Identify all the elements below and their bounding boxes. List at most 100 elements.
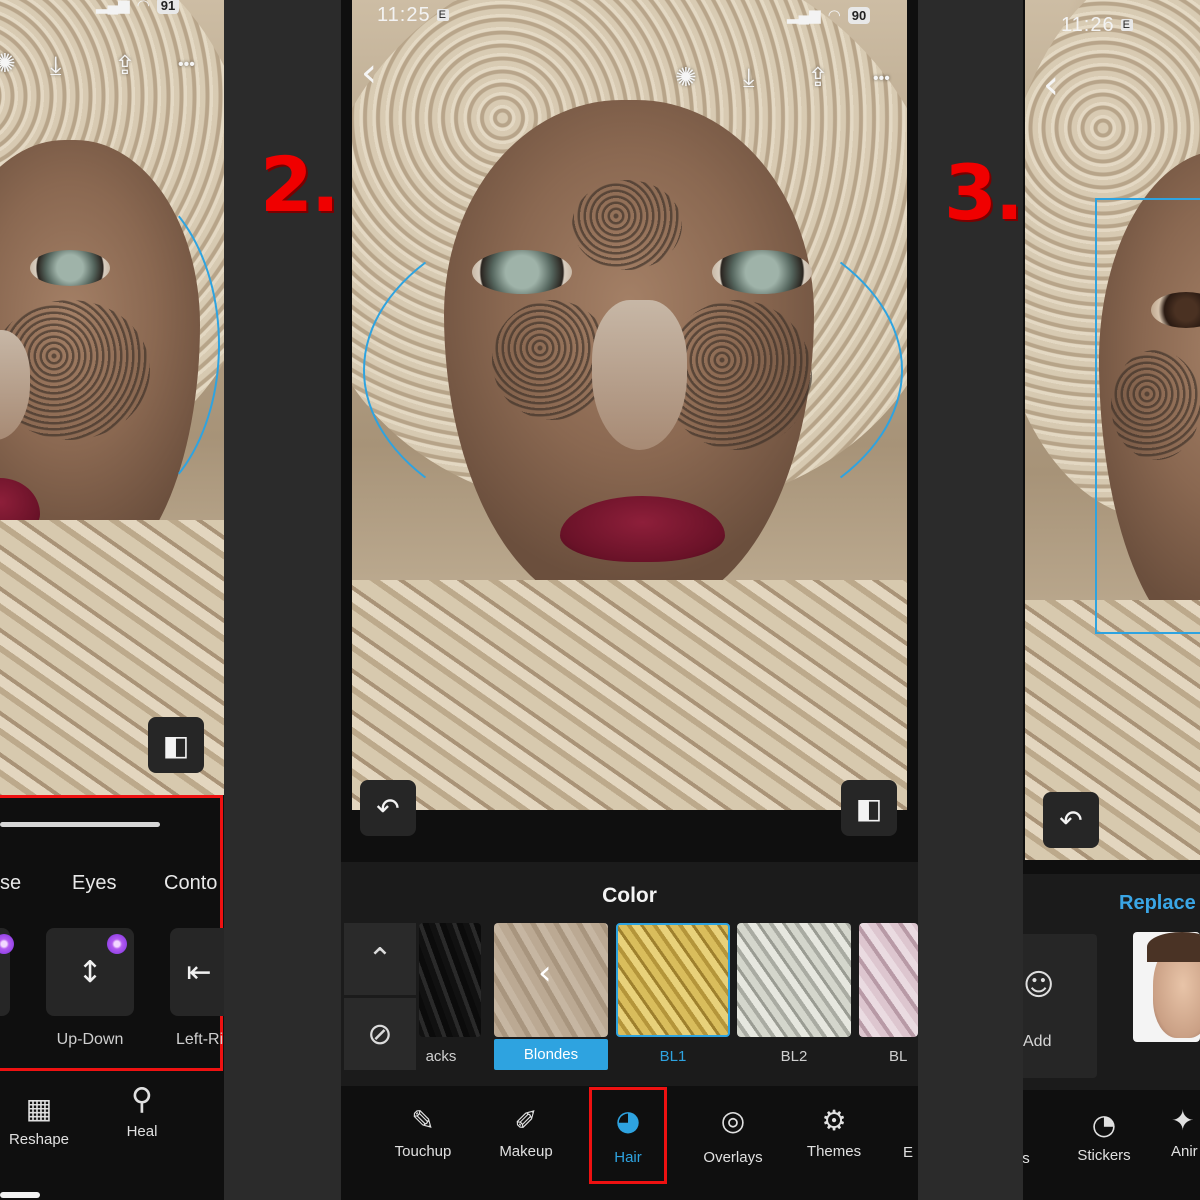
left-right-arrows-icon: ⇤ bbox=[186, 954, 212, 990]
bulb-icon[interactable]: ✺ bbox=[675, 62, 697, 93]
stickers-icon: ◔ bbox=[1091, 1108, 1117, 1141]
nav-label-stickers: Stickers bbox=[1077, 1147, 1131, 1164]
status-time: 11:26 E bbox=[1061, 14, 1133, 37]
category-tab-contour[interactable]: Conto bbox=[164, 872, 217, 895]
collapse-icon: ⌃ bbox=[367, 941, 393, 977]
nav-item-heal[interactable]: ⚲ Heal bbox=[112, 1082, 172, 1140]
nav-item-animation[interactable]: ✦ Anir bbox=[1171, 1104, 1200, 1160]
screenshot-panel-2: 11:25 E ▂▄▆ ◠ 90 ‹ ✺ ⤓ ⇪ ••• ↶ ◧ Color ⌃ … bbox=[341, 0, 918, 1200]
nav-label-animation: Anir bbox=[1171, 1143, 1198, 1160]
face-selection-box[interactable] bbox=[1095, 198, 1200, 634]
category-tab-nose[interactable]: se bbox=[0, 872, 21, 895]
nav-label-hair: Hair bbox=[614, 1149, 642, 1166]
screenshot-panel-3: 11:26E ‹ ↶ Replace F ☺ Add s ◔ Stickers … bbox=[1023, 0, 1200, 1200]
nav-label-partial: s bbox=[1023, 1150, 1030, 1167]
swatch-group-blondes[interactable]: ‹ bbox=[494, 923, 608, 1037]
download-icon[interactable]: ⤓ bbox=[50, 50, 62, 82]
none-icon: ⊘ bbox=[367, 1016, 393, 1052]
back-icon[interactable]: ‹ bbox=[1043, 62, 1059, 108]
download-icon[interactable]: ⤓ bbox=[743, 62, 755, 94]
clock: 11:25 bbox=[377, 4, 431, 26]
share-icon[interactable]: ⇪ bbox=[807, 62, 829, 93]
swatch-blacks[interactable] bbox=[419, 923, 481, 1037]
add-face-icon: ☺ bbox=[1023, 968, 1055, 1003]
face-guide-arc bbox=[363, 200, 903, 540]
animation-icon: ✦ bbox=[1171, 1104, 1195, 1137]
home-indicator bbox=[0, 1192, 40, 1198]
nav-item-overlays[interactable]: ◎ Overlays bbox=[695, 1104, 771, 1166]
battery-level: 90 bbox=[847, 6, 871, 24]
magic-wand-icon: ⚲ bbox=[131, 1082, 153, 1117]
more-icon[interactable]: ••• bbox=[873, 70, 890, 88]
step-number-2: 2. bbox=[260, 140, 340, 229]
tool-label-left-right: Left-Ri bbox=[176, 1031, 224, 1048]
nav-label-touchup: Touchup bbox=[394, 1143, 452, 1160]
up-down-arrows-icon: ↕ bbox=[77, 954, 103, 990]
nav-label-makeup: Makeup bbox=[499, 1143, 553, 1160]
nav-label-more: E bbox=[903, 1144, 914, 1161]
status-bar: ▂▄▆ ◠ 91 bbox=[96, 0, 180, 14]
wifi-icon: ◠ bbox=[136, 0, 150, 14]
bulb-icon[interactable]: ✺ bbox=[0, 48, 16, 79]
hair-icon: ◕ bbox=[615, 1104, 641, 1137]
nav-label-heal: Heal bbox=[126, 1123, 158, 1140]
wifi-icon: ◠ bbox=[827, 7, 841, 24]
premium-badge bbox=[107, 934, 127, 954]
collapse-button[interactable]: ⌃ bbox=[344, 923, 416, 995]
swatch-bl2[interactable] bbox=[737, 923, 851, 1037]
compare-button[interactable]: ◧ bbox=[841, 780, 897, 836]
share-icon[interactable]: ⇪ bbox=[114, 50, 136, 81]
nav-item-reshape[interactable]: ▦ Reshape bbox=[4, 1092, 74, 1148]
swatch-label-bl1: BL1 bbox=[659, 1048, 687, 1065]
nav-item-partial[interactable]: s bbox=[1023, 1150, 1033, 1167]
makeup-brush-icon: ✐ bbox=[514, 1104, 538, 1137]
undo-button[interactable]: ↶ bbox=[360, 780, 416, 836]
sim-indicator: E bbox=[436, 9, 449, 21]
nav-label-overlays: Overlays bbox=[703, 1149, 763, 1166]
screenshot-panel-1: ▂▄▆ ◠ 91 ✺ ⤓ ⇪ ••• ◧ se Eyes Conto ↕ Up-… bbox=[0, 0, 224, 1200]
nav-item-stickers[interactable]: ◔ Stickers bbox=[1069, 1108, 1139, 1164]
signal-icon: ▂▄▆ bbox=[787, 7, 821, 24]
nav-item-themes[interactable]: ⚙ Themes bbox=[799, 1104, 869, 1160]
color-sheet: Color ⌃ ⊘ acks ‹ Blondes BL1 BL2 BL bbox=[341, 862, 918, 1086]
nav-item-touchup[interactable]: ✎ Touchup bbox=[385, 1104, 461, 1160]
more-icon[interactable]: ••• bbox=[178, 56, 195, 74]
nav-item-more[interactable]: E bbox=[903, 1104, 917, 1161]
overlays-icon: ◎ bbox=[720, 1104, 746, 1137]
sheet-title: Color bbox=[602, 884, 657, 907]
grid-icon: ▦ bbox=[25, 1092, 53, 1125]
face-guide-arc bbox=[0, 175, 220, 515]
chevron-left-icon: ‹ bbox=[538, 953, 552, 993]
tool-left-right[interactable]: ⇤ bbox=[170, 928, 224, 1016]
replace-face-sheet: Replace F ☺ Add bbox=[1023, 874, 1200, 1090]
clock: 11:26 bbox=[1061, 14, 1115, 36]
face-thumbnail[interactable] bbox=[1133, 932, 1200, 1042]
undo-button[interactable]: ↶ bbox=[1043, 792, 1099, 848]
signal-icon: ▂▄▆ bbox=[96, 0, 130, 14]
add-face-button[interactable]: ☺ Add bbox=[1023, 934, 1097, 1078]
nav-label-themes: Themes bbox=[806, 1143, 862, 1160]
back-icon[interactable]: ‹ bbox=[361, 50, 377, 96]
compare-button[interactable]: ◧ bbox=[148, 717, 204, 773]
swatch-label-blondes: Blondes bbox=[494, 1039, 608, 1070]
nav-item-hair[interactable]: ◕ Hair bbox=[597, 1104, 659, 1166]
swatch-bl3[interactable] bbox=[859, 923, 918, 1037]
swatch-label-bl3: BL bbox=[889, 1048, 908, 1065]
intensity-slider[interactable] bbox=[0, 822, 160, 827]
battery-level: 91 bbox=[156, 0, 180, 14]
nav-label-reshape: Reshape bbox=[8, 1131, 70, 1148]
category-tab-eyes[interactable]: Eyes bbox=[72, 872, 116, 895]
status-bar: ▂▄▆ ◠ 90 bbox=[787, 6, 871, 24]
step-number-3: 3. bbox=[944, 148, 1024, 237]
sheet-title: Replace F bbox=[1119, 892, 1200, 914]
add-label: Add bbox=[1023, 1033, 1052, 1050]
swatch-bl1[interactable] bbox=[616, 923, 730, 1037]
swatch-label-bl2: BL2 bbox=[780, 1048, 808, 1065]
nav-item-makeup[interactable]: ✐ Makeup bbox=[489, 1104, 563, 1160]
swatch-label-blacks: acks bbox=[425, 1048, 457, 1065]
sim-indicator: E bbox=[1120, 19, 1133, 31]
status-time: 11:25 E bbox=[377, 4, 449, 27]
brush-icon: ✎ bbox=[411, 1104, 435, 1137]
themes-icon: ⚙ bbox=[821, 1104, 847, 1137]
tool-label-up-down: Up-Down bbox=[56, 1031, 124, 1048]
